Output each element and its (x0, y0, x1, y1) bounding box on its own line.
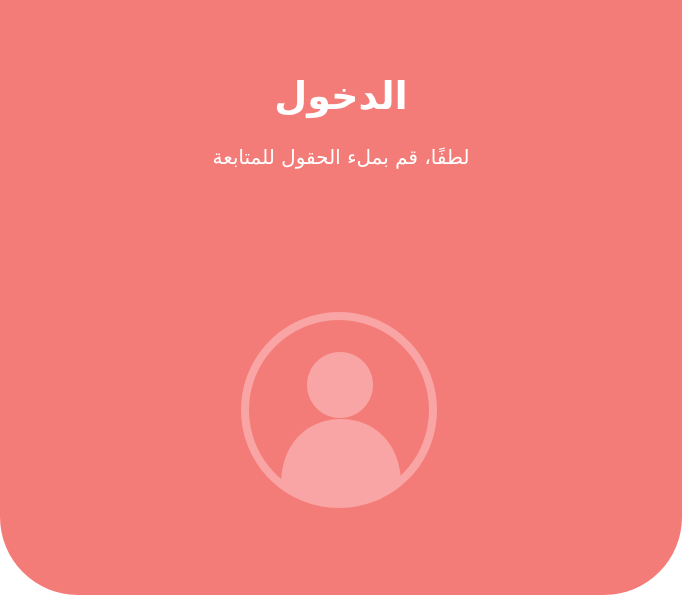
login-subtitle: لطفًا، قم بملء الحقول للمتابعة (212, 145, 470, 169)
login-header-panel: الدخول لطفًا، قم بملء الحقول للمتابعة (0, 0, 682, 595)
user-avatar-icon (239, 310, 439, 510)
login-title: الدخول (274, 74, 408, 118)
